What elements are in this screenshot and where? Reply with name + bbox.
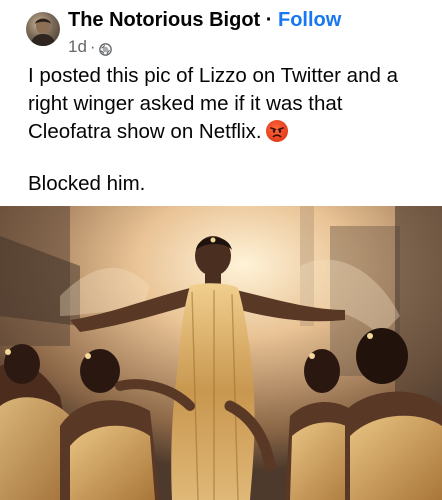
post-text-paragraph: I posted this pic of Lizzo on Twitter an…: [28, 62, 428, 146]
post-photo[interactable]: [0, 206, 442, 500]
facebook-post-card: The Notorious Bigot · Follow 1d · I post…: [0, 0, 442, 500]
author-name-row: The Notorious Bigot · Follow: [68, 8, 341, 32]
name-separator: ·: [265, 9, 273, 31]
post-timestamp[interactable]: 1d: [68, 37, 87, 57]
globe-icon[interactable]: [98, 41, 112, 56]
meta-separator: ·: [89, 37, 96, 56]
angry-face-emoji: [265, 120, 288, 142]
post-text: I posted this pic of Lizzo on Twitter an…: [28, 62, 428, 198]
stage-performance-image: [0, 206, 442, 500]
author-name[interactable]: The Notorious Bigot: [68, 9, 260, 31]
post-text-second: Blocked him.: [28, 172, 146, 195]
post-meta: 1d ·: [68, 37, 112, 57]
avatar-image: [30, 18, 56, 46]
post-header: The Notorious Bigot · Follow 1d ·: [0, 0, 442, 60]
post-text-main: I posted this pic of Lizzo on Twitter an…: [28, 64, 398, 143]
author-avatar[interactable]: [26, 12, 60, 46]
follow-button[interactable]: Follow: [278, 9, 341, 31]
